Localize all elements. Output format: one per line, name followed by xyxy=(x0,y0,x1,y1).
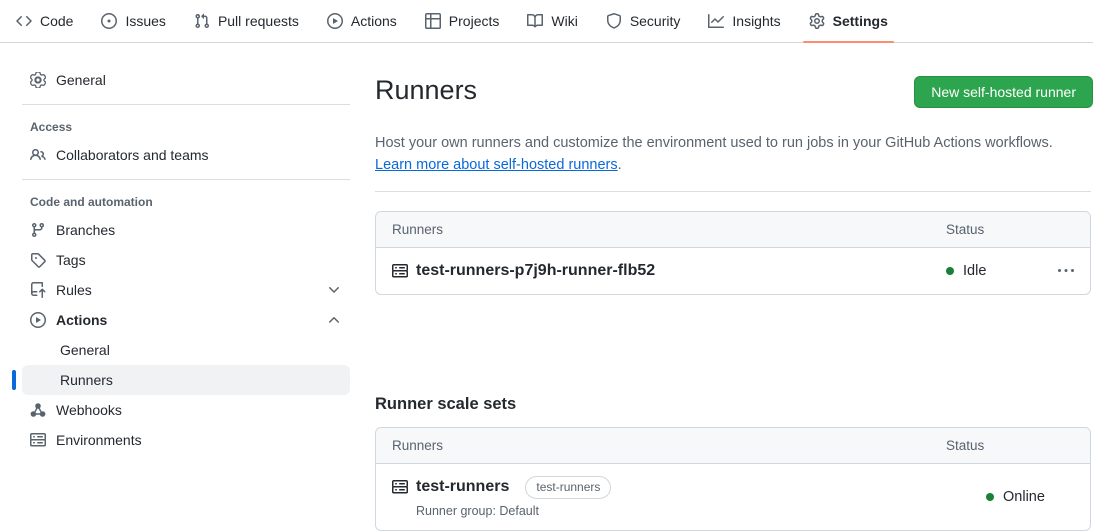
sidebar-item-label: General xyxy=(60,342,110,358)
sidebar-item-rules[interactable]: Rules xyxy=(22,275,350,305)
git-pull-request-icon xyxy=(194,13,210,29)
table-row: test-runners test-runners Runner group: … xyxy=(376,464,1090,530)
tab-code[interactable]: Code xyxy=(2,0,87,42)
kebab-menu-button[interactable] xyxy=(1034,263,1074,279)
sidebar-item-actions[interactable]: Actions xyxy=(22,305,350,335)
sidebar-item-label: Rules xyxy=(56,282,92,298)
kebab-horizontal-icon xyxy=(1058,268,1074,272)
table-row: test-runners-p7j9h-runner-flb52 Idle xyxy=(376,248,1090,294)
tab-issues[interactable]: Issues xyxy=(87,0,179,42)
sidebar-item-label: Environments xyxy=(56,432,142,448)
runners-description: Host your own runners and customize the … xyxy=(375,132,1093,177)
runner-scale-sets-title: Runner scale sets xyxy=(375,394,517,413)
sidebar-item-webhooks[interactable]: Webhooks xyxy=(22,395,350,425)
sidebar-item-label: General xyxy=(56,72,106,88)
scale-sets-table-header: Runners Status xyxy=(376,427,1090,464)
sidebar-section-code-automation: Code and automation xyxy=(30,195,153,209)
tab-actions[interactable]: Actions xyxy=(313,0,411,42)
sidebar-item-environments[interactable]: Environments xyxy=(22,425,350,455)
runner-name: test-runners xyxy=(416,478,510,496)
sidebar-item-label: Collaborators and teams xyxy=(56,147,209,163)
status-dot-idle xyxy=(946,266,954,275)
sentence-period: . xyxy=(617,157,622,174)
runner-group: Runner group: Default xyxy=(416,503,539,518)
section-divider xyxy=(375,190,1091,192)
sidebar-item-collaborators[interactable]: Collaborators and teams xyxy=(22,140,350,170)
column-header-runners: Runners xyxy=(392,437,444,453)
sidebar-item-general[interactable]: General xyxy=(22,65,350,95)
column-header-status: Status xyxy=(946,221,985,237)
play-icon xyxy=(30,312,46,328)
sidebar-item-branches[interactable]: Branches xyxy=(22,215,350,245)
tab-label: Code xyxy=(40,13,74,29)
runner-scale-sets-table: Runners Status test-runners test-runners… xyxy=(375,426,1091,531)
webhook-icon xyxy=(30,402,46,418)
graph-icon xyxy=(708,13,725,29)
description-text: Host your own runners and customize the … xyxy=(375,135,1053,151)
tab-label: Settings xyxy=(832,13,888,29)
column-header-status: Status xyxy=(946,437,985,453)
code-icon xyxy=(16,13,32,29)
tab-label: Insights xyxy=(732,13,781,29)
column-header-runners: Runners xyxy=(392,221,444,237)
tab-label: Wiki xyxy=(551,13,578,29)
runner-label-badge: test-runners xyxy=(525,475,612,499)
runners-settings-panel: Runners New self-hosted runner Host your… xyxy=(374,43,1093,531)
rules-icon xyxy=(30,282,46,298)
chevron-down-icon xyxy=(326,282,342,298)
sidebar-section-access: Access xyxy=(30,120,73,134)
new-self-hosted-runner-button[interactable]: New self-hosted runner xyxy=(914,76,1093,108)
server-icon xyxy=(392,263,408,279)
sidebar-item-label: Webhooks xyxy=(56,402,122,418)
chevron-up-icon xyxy=(326,312,342,328)
runners-table-header: Runners Status xyxy=(376,211,1090,248)
tab-projects[interactable]: Projects xyxy=(411,0,514,42)
people-icon xyxy=(30,147,46,163)
sidebar-item-label: Actions xyxy=(56,312,108,328)
repo-tab-bar: Code Issues Pull requests Actions Projec… xyxy=(0,0,1093,43)
issue-opened-icon xyxy=(101,13,118,29)
sidebar-item-label: Tags xyxy=(56,252,86,268)
tab-label: Issues xyxy=(125,13,166,29)
settings-sidebar: General Access Collaborators and teams C… xyxy=(0,43,374,523)
tab-insights[interactable]: Insights xyxy=(694,0,794,42)
sidebar-item-actions-general[interactable]: General xyxy=(22,335,350,365)
tab-label: Security xyxy=(629,13,681,29)
tab-label: Projects xyxy=(448,13,500,29)
learn-more-link[interactable]: Learn more about self-hosted runners xyxy=(375,157,618,173)
status-dot-online xyxy=(986,492,994,501)
runner-name: test-runners-p7j9h-runner-flb52 xyxy=(416,261,656,279)
tab-security[interactable]: Security xyxy=(592,0,695,42)
status-label: Online xyxy=(1003,488,1045,505)
tab-label: Pull requests xyxy=(217,13,299,29)
server-icon xyxy=(30,432,46,448)
tab-wiki[interactable]: Wiki xyxy=(513,0,591,42)
table-icon xyxy=(424,13,441,29)
sidebar-divider xyxy=(22,179,350,180)
sidebar-item-label: Runners xyxy=(60,372,113,388)
tab-label: Actions xyxy=(350,13,397,29)
gear-icon xyxy=(809,13,825,29)
shield-icon xyxy=(606,13,622,29)
sidebar-item-label: Branches xyxy=(56,222,116,238)
git-branch-icon xyxy=(30,222,46,238)
sidebar-divider xyxy=(22,104,350,105)
tag-icon xyxy=(30,252,46,268)
status-label: Idle xyxy=(963,262,987,279)
book-icon xyxy=(527,13,544,29)
sidebar-item-actions-runners[interactable]: Runners xyxy=(12,365,350,395)
page-title: Runners xyxy=(375,75,478,105)
play-icon xyxy=(326,13,343,29)
tab-settings[interactable]: Settings xyxy=(795,0,902,43)
runners-table: Runners Status test-runners-p7j9h-runner… xyxy=(375,210,1091,295)
server-icon xyxy=(392,479,408,495)
tab-pull-requests[interactable]: Pull requests xyxy=(180,0,313,42)
gear-icon xyxy=(30,72,46,88)
sidebar-item-tags[interactable]: Tags xyxy=(22,245,350,275)
